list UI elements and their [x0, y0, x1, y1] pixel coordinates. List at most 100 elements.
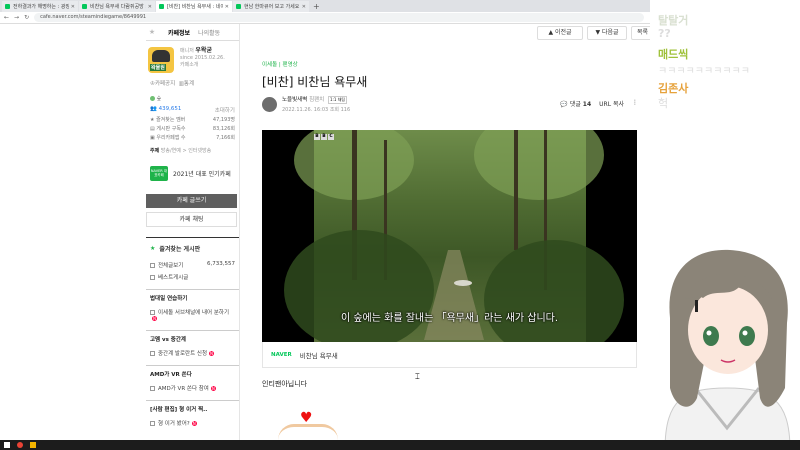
cursor-icon: ⌶: [415, 372, 420, 381]
award-badge: NAVER 대표카페: [150, 166, 168, 181]
chat-badge[interactable]: 1:1 채팅: [328, 96, 348, 104]
chat-line: ??: [658, 27, 671, 40]
board-icon: [150, 351, 155, 356]
vtuber-avatar: [664, 249, 791, 450]
bbc-logo: BBC: [314, 134, 334, 140]
browser-tab[interactable]: 현남 한마큐어 보고 가세요 : 네이버✕: [233, 1, 309, 12]
comments-button[interactable]: 💬 댓글 14: [560, 99, 591, 108]
more-icon[interactable]: ⋮: [632, 99, 638, 108]
board-section-title: AMD가 VR 쏜다: [146, 365, 239, 382]
favicon-icon: [159, 4, 164, 9]
board-icon: [150, 421, 155, 426]
cafe-intro-link[interactable]: 카페소개: [180, 62, 225, 69]
cafe-grade-row: ♔카페공지 ▥통계: [146, 73, 239, 87]
folder-icon[interactable]: [30, 442, 36, 448]
close-icon[interactable]: ✕: [302, 4, 306, 10]
manager-line: 매니저 우왁굳: [180, 47, 212, 54]
post-date: 2022.11.26. 16:03: [282, 107, 329, 113]
board-item[interactable]: 중간계 발로란트 신청 N: [146, 347, 239, 359]
hands-image: [278, 424, 338, 440]
cafe-logo[interactable]: 왁물원: [148, 47, 174, 73]
board-section-title: 법대일 연습하기: [146, 289, 239, 306]
article-actions: 💬 댓글 14 URL 복사 ⋮: [560, 99, 638, 108]
chat-line: 김존사: [658, 82, 689, 95]
new-badge-icon: N: [210, 386, 216, 391]
chat-line: 매드씩: [658, 48, 689, 61]
cafe-sidebar: ★ 카페정보 나의활동 왁물원 매니저 우왁굳 since 2015.02.26…: [146, 24, 240, 440]
board-item[interactable]: 형 이거 봤어? N: [146, 417, 239, 429]
taskbar: [0, 440, 800, 450]
favicon-icon: [236, 4, 241, 9]
new-badge-icon: N: [191, 421, 197, 426]
author-name[interactable]: 노을빛새벽: [282, 97, 307, 103]
favicon-icon: [82, 4, 87, 9]
board-icon: [150, 310, 155, 315]
people-icon: 👥: [150, 106, 157, 112]
manager-name[interactable]: 우왁굳: [195, 47, 212, 54]
cafe-tabs: ★ 카페정보 나의활동: [146, 24, 239, 41]
windows-start-icon[interactable]: [4, 442, 10, 448]
member-count[interactable]: 439,651: [159, 106, 182, 112]
video-caption[interactable]: NAVER 비찬님 욕무새: [262, 342, 637, 368]
reload-icon[interactable]: ↻: [24, 14, 29, 21]
naver-logo: NAVER: [271, 351, 292, 358]
board-item[interactable]: 베스트게시글: [146, 271, 239, 283]
chat-line: 탈탈거: [658, 14, 689, 27]
browser-tab[interactable]: 전하결과가 해명하는 : 광장 가시 :✕: [2, 1, 78, 12]
board-icon: [150, 386, 155, 391]
board-section-title: [사람 편집] 형 이거 찍..: [146, 400, 239, 417]
breadcrumb[interactable]: 이세돌 | 팬영상: [262, 60, 298, 68]
new-badge-icon: N: [209, 351, 215, 356]
rank-icon: [150, 96, 155, 101]
tab-my-activity[interactable]: 나의활동: [198, 28, 220, 37]
star-icon[interactable]: ★: [146, 28, 158, 36]
url-copy-button[interactable]: URL 복사: [599, 99, 624, 108]
forward-icon[interactable]: →: [14, 14, 19, 21]
url-input[interactable]: cafe.naver.com/steamindiegame/8649991: [34, 13, 644, 22]
next-post-button[interactable]: ▼ 다음글: [587, 26, 627, 40]
since-date: since 2015.02.26.: [180, 55, 225, 61]
board-item[interactable]: 이세돌 서브채널에 내어 분하기N: [146, 306, 239, 324]
article-nav: ▲ 이전글 ▼ 다음글 목록: [537, 26, 654, 40]
cafe-chat-button[interactable]: 카페 채팅: [146, 212, 237, 227]
view-count: 조회 116: [329, 107, 351, 113]
tab-cafe-info[interactable]: 카페정보: [168, 28, 190, 37]
star-icon: ★: [150, 245, 156, 252]
cafe-rank: 숲: [146, 87, 239, 102]
close-icon[interactable]: ✕: [71, 4, 75, 10]
video-title: 비찬님 욕무새: [299, 351, 338, 360]
video-subtitle: 이 숲에는 화를 잘내는 「욕무새」라는 새가 삽니다.: [340, 313, 559, 324]
grade-link[interactable]: 카페공지: [155, 81, 175, 87]
chat-line: 헉: [658, 97, 669, 110]
write-post-button[interactable]: 카페 글쓰기: [146, 194, 237, 208]
browser-tab-active[interactable]: [비찬] 비찬님 욕무새 : 네이버 카페✕: [156, 1, 232, 12]
bird: [454, 280, 472, 286]
stat-row: ▣ 우리카페앱 수 7,166회: [150, 135, 235, 141]
board-item[interactable]: 전체글보기 6,733,557: [146, 259, 239, 271]
new-tab-button[interactable]: +: [313, 1, 320, 12]
board-section-title: 고멤 vs 중간계: [146, 330, 239, 347]
prev-post-button[interactable]: ▲ 이전글: [537, 26, 583, 40]
member-row: 👥 439,651 초대하기: [146, 102, 239, 114]
board-icon: [150, 275, 155, 280]
chrome-icon[interactable]: [17, 442, 23, 448]
avatar[interactable]: [262, 96, 277, 112]
close-icon[interactable]: ✕: [225, 4, 229, 10]
invite-link[interactable]: 초대하기: [215, 106, 235, 114]
back-icon[interactable]: ←: [4, 14, 9, 21]
stats-link[interactable]: 통계: [184, 81, 194, 87]
cafe-award: NAVER 대표카페 2021년 대표 인기카페: [146, 154, 239, 181]
favicon-icon: [5, 4, 10, 9]
close-icon[interactable]: ✕: [148, 4, 152, 10]
browser-tab[interactable]: 비찬님 욕무새 다람쥐공방 : 네이버 카페✕: [79, 1, 155, 12]
comment-icon: 💬: [560, 101, 568, 108]
stat-row: ▤ 게시판 구독수 83,126회: [150, 126, 235, 132]
board-item[interactable]: AMD가 VR 쏜다 참여 N: [146, 382, 239, 394]
stat-row: ★ 즐겨찾는 멤버 47,193명: [150, 117, 235, 123]
address-bar: ← → ↻ cafe.naver.com/steamindiegame/8649…: [0, 12, 650, 24]
browser-tab-strip: 전하결과가 해명하는 : 광장 가시 :✕ 비찬님 욕무새 다람쥐공방 : 네이…: [0, 0, 650, 12]
post-body: 인티팬아닙니다: [262, 380, 308, 388]
board-icon: [150, 263, 155, 268]
video-player[interactable]: BBC 이 숲에는 화를 잘내는 「욕무새」라는 새가 삽니다.: [262, 130, 637, 342]
cafe-topic: 주제 방송/연예 > 인터넷방송: [150, 148, 212, 154]
